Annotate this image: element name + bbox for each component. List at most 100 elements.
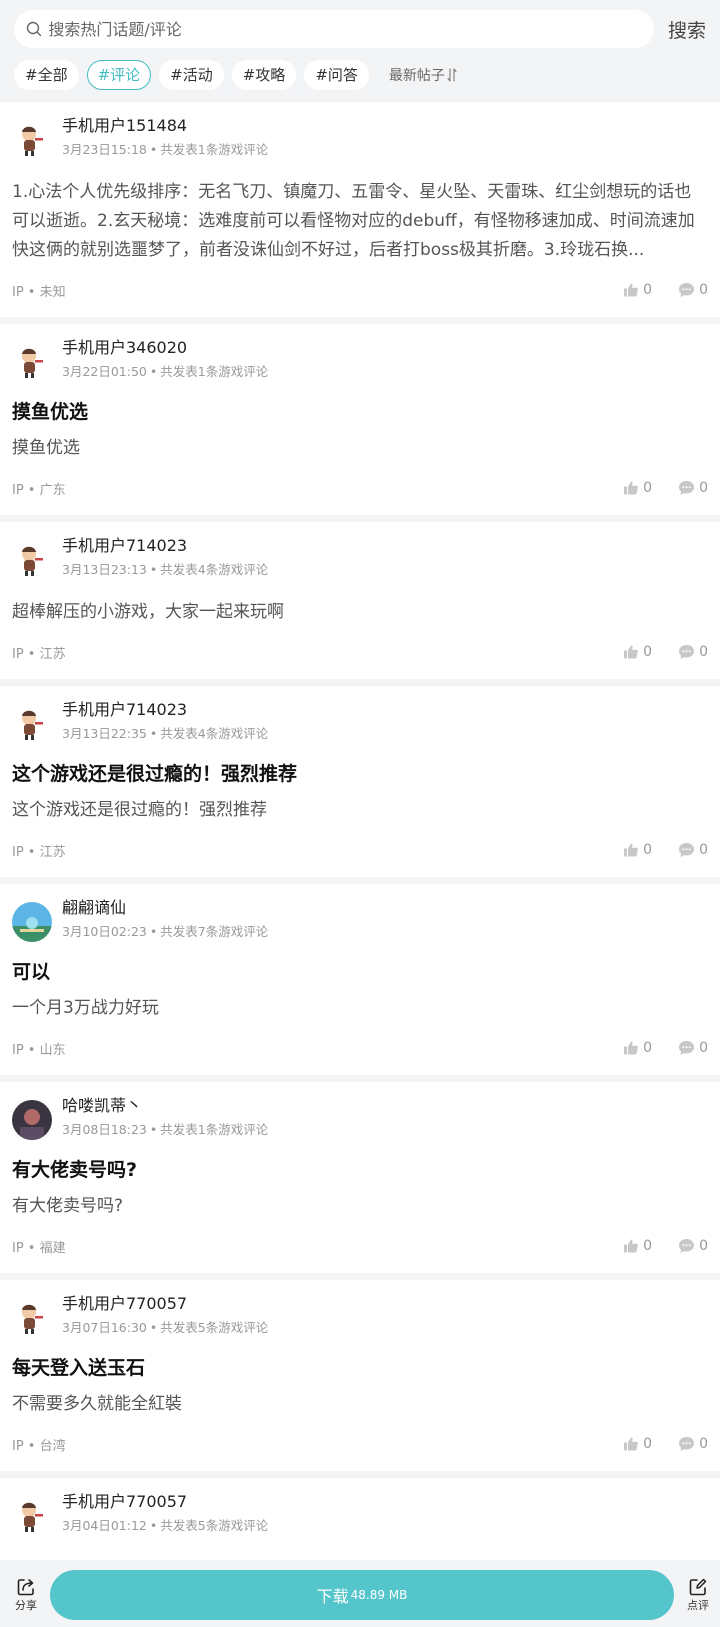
comment-icon	[679, 1041, 695, 1055]
user-name[interactable]: 手机用户770057	[62, 1492, 268, 1512]
avatar[interactable]	[12, 902, 52, 942]
comment-count: 0	[699, 480, 708, 496]
comment-icon	[679, 481, 695, 495]
user-name[interactable]: 手机用户770057	[62, 1294, 268, 1314]
comment-count: 0	[699, 1040, 708, 1056]
post-card[interactable]: 手机用户151484 3月23日15:18 • 共发表1条游戏评论 1.心法个人优先…	[0, 102, 720, 317]
user-meta: 3月13日23:13 • 共发表4条游戏评论	[62, 562, 269, 577]
like-button[interactable]: 0	[623, 644, 652, 660]
download-button[interactable]: 下载 48.89 MB	[50, 1569, 674, 1620]
download-label: 下载	[316, 1586, 349, 1606]
post-header: 手机用户714023 3月13日22:35 • 共发表4条游戏评论	[12, 700, 708, 752]
post-card[interactable]: 手机用户714023 3月13日22:35 • 共发表4条游戏评论 这个游戏还是很过…	[0, 686, 720, 877]
avatar[interactable]	[12, 540, 52, 580]
comment-button[interactable]: 0	[678, 1436, 708, 1452]
top-bar: 搜索 #全部 #评论 #活动 #攻略 #问答 最新帖子	[0, 0, 720, 102]
post-actions: 0 0	[597, 1238, 708, 1254]
thumbs-up-icon	[624, 481, 638, 495]
comment-icon	[679, 843, 695, 857]
like-button[interactable]: 0	[623, 282, 652, 298]
comment-button[interactable]: 0	[678, 282, 708, 298]
tag-filter-row: #全部 #评论 #活动 #攻略 #问答 最新帖子	[14, 60, 706, 90]
like-button[interactable]: 0	[623, 480, 652, 496]
tag-review[interactable]: #评论	[86, 60, 152, 90]
post-title: 可以	[12, 961, 51, 983]
post-time: 3月22日01:50	[62, 364, 147, 379]
ip-location: IP • 广东	[12, 482, 66, 498]
search-icon	[26, 20, 43, 38]
post-header: 手机用户714023 3月13日23:13 • 共发表4条游戏评论	[12, 536, 708, 588]
user-name[interactable]: 哈喽凯蒂丶	[62, 1096, 268, 1116]
post-header: 手机用户346020 3月22日01:50 • 共发表1条游戏评论	[12, 338, 708, 390]
search-box[interactable]	[14, 10, 654, 48]
post-time: 3月23日15:18	[62, 142, 147, 157]
avatar[interactable]	[12, 120, 52, 160]
review-button[interactable]: 点评	[676, 1577, 720, 1613]
avatar[interactable]	[12, 1298, 52, 1338]
user-info: 哈喽凯蒂丶 3月08日18:23 • 共发表1条游戏评论	[62, 1096, 268, 1138]
comment-icon	[679, 1437, 695, 1451]
ip-location: IP • 未知	[12, 284, 66, 300]
comment-button[interactable]: 0	[678, 480, 708, 496]
thumbs-up-icon	[624, 843, 638, 857]
avatar[interactable]	[12, 1496, 52, 1536]
post-time: 3月07日16:30	[62, 1320, 147, 1335]
comment-icon	[679, 645, 695, 659]
user-name[interactable]: 手机用户714023	[62, 700, 268, 720]
thumbs-up-icon	[624, 283, 638, 297]
share-icon	[17, 1578, 34, 1595]
comment-button[interactable]: 0	[678, 644, 708, 660]
post-title: 有大佬卖号吗?	[12, 1159, 138, 1181]
comment-icon	[679, 1239, 695, 1253]
comment-button[interactable]: 0	[678, 1238, 708, 1254]
avatar[interactable]	[12, 1100, 52, 1140]
sort-dropdown[interactable]: 最新帖子	[389, 65, 457, 85]
share-button[interactable]: 分享	[4, 1577, 48, 1613]
post-footer: IP • 未知 0 0	[12, 279, 708, 301]
post-card[interactable]: 手机用户714023 3月13日23:13 • 共发表4条游戏评论 超棒解压的小游戏…	[0, 522, 720, 679]
tag-qa[interactable]: #问答	[304, 60, 369, 90]
post-count: 共发表4条游戏评论	[160, 562, 269, 577]
user-name[interactable]: 翩翩谪仙	[62, 898, 268, 918]
post-card[interactable]: 哈喽凯蒂丶 3月08日18:23 • 共发表1条游戏评论 有大佬卖号吗? 有大佬卖号…	[0, 1082, 720, 1273]
thumbs-up-icon	[624, 645, 638, 659]
user-meta: 3月08日18:23 • 共发表1条游戏评论	[62, 1122, 269, 1137]
post-card[interactable]: 手机用户770057 3月04日01:12 • 共发表5条游戏评论	[0, 1478, 720, 1560]
tag-event[interactable]: #活动	[159, 60, 224, 90]
comment-button[interactable]: 0	[678, 842, 708, 858]
like-button[interactable]: 0	[623, 842, 652, 858]
ip-location: IP • 山东	[12, 1042, 66, 1058]
post-time: 3月10日02:23	[62, 924, 147, 939]
post-card[interactable]: 翩翩谪仙 3月10日02:23 • 共发表7条游戏评论 可以 一个月3万战力好玩 I…	[0, 884, 720, 1075]
share-label: 分享	[15, 1598, 37, 1612]
post-footer: IP • 广东 0 0	[12, 477, 708, 499]
post-count: 共发表5条游戏评论	[160, 1518, 269, 1533]
search-button[interactable]: 搜索	[654, 16, 706, 43]
post-card[interactable]: 手机用户346020 3月22日01:50 • 共发表1条游戏评论 摸鱼优选 摸鱼优…	[0, 324, 720, 515]
post-footer: IP • 江苏 0 0	[12, 641, 708, 663]
avatar[interactable]	[12, 342, 52, 382]
post-time: 3月13日22:35	[62, 726, 147, 741]
post-footer: IP • 台湾 0 0	[12, 1433, 708, 1455]
post-card[interactable]: 手机用户770057 3月07日16:30 • 共发表5条游戏评论 每天登入送玉石 …	[0, 1280, 720, 1471]
tag-guide[interactable]: #攻略	[231, 60, 297, 90]
comment-count: 0	[699, 1238, 708, 1254]
like-button[interactable]: 0	[623, 1238, 652, 1254]
like-button[interactable]: 0	[623, 1040, 652, 1056]
post-header: 哈喽凯蒂丶 3月08日18:23 • 共发表1条游戏评论	[12, 1096, 708, 1148]
post-time: 3月08日18:23	[62, 1122, 147, 1137]
user-name[interactable]: 手机用户346020	[62, 338, 268, 358]
user-name[interactable]: 手机用户151484	[62, 116, 268, 136]
user-name[interactable]: 手机用户714023	[62, 536, 268, 556]
thumbs-up-icon	[624, 1041, 638, 1055]
avatar[interactable]	[12, 704, 52, 744]
post-body: 有大佬卖号吗?	[12, 1196, 124, 1216]
comment-button[interactable]: 0	[678, 1040, 708, 1056]
post-title: 摸鱼优选	[12, 401, 89, 423]
post-title: 这个游戏还是很过瘾的！强烈推荐	[12, 763, 298, 785]
like-button[interactable]: 0	[623, 1436, 652, 1452]
post-footer: IP • 江苏 0 0	[12, 839, 708, 861]
tag-all[interactable]: #全部	[14, 60, 79, 90]
search-input[interactable]	[48, 19, 654, 39]
download-size: 48.89 MB	[350, 1587, 408, 1602]
